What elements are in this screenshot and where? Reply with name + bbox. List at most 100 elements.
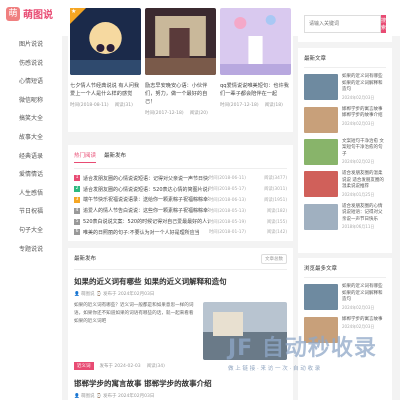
post-author[interactable]: 萌图说	[81, 394, 95, 399]
tab-latest[interactable]: 最新发布	[104, 151, 126, 163]
sidebar-item-sentences[interactable]: 句子大全	[0, 222, 62, 241]
logo-icon: 萌	[6, 6, 20, 21]
rank-title[interactable]: 适合发朋友圈的心情说说短语：520表达心情的简图片说说短语带表情	[83, 186, 209, 193]
ranking-panel: 热门阅读 最新发布 1 适合发朋友圈的心情说说短语：记得对父亲说一声节日快乐 时间(…	[68, 145, 293, 241]
slide-views: 阅读(31)	[114, 103, 133, 108]
featured-slider: ★ 七夕情人节经典说说 有人问我爱上一个人是什么样的感觉 时间(2018-08-…	[68, 6, 293, 132]
site-logo[interactable]: 萌 萌图说	[6, 6, 53, 21]
rank-title[interactable]: 追爱人的情人节告白说说：这些你一颗素粽子祝福粽粽幸福快乐	[83, 207, 209, 214]
ranking-item[interactable]: 6 唯美的日照丽的句子:不要认为对一个人好是理所应当 时间(2018-01-17) 阅…	[74, 227, 287, 238]
rank-views: 阅读(142)	[266, 230, 287, 236]
slide-title[interactable]: qq爱情说说唯美短句：也许我们一辈子都会陪伴在一起	[220, 82, 291, 98]
side-article-title[interactable]: 邯郸学步的寓言故事 邯郸学步的故事介绍	[342, 107, 386, 120]
slide-item[interactable]: ★ 七夕情人节经典说说 有人问我爱上一个人是什么样的感觉 时间(2018-08-…	[70, 8, 141, 130]
ranking-tabs: 热门阅读 最新发布	[74, 151, 287, 169]
side-article-date: 2024年02月03日	[342, 94, 375, 100]
rank-number: 4	[74, 207, 80, 214]
side-article-title[interactable]: 如果的近义词有哪些 如果的近义词解释和造句	[342, 284, 386, 304]
search-button[interactable]: 搜索	[381, 15, 387, 33]
section-title: 浏览最多文章	[304, 264, 386, 278]
side-article-thumbnail[interactable]	[304, 106, 338, 133]
sidebar-item-sad[interactable]: 伤感说说	[0, 55, 62, 74]
category-tag[interactable]: 近义词	[74, 362, 94, 370]
logo-text: 萌图说	[23, 10, 53, 21]
side-article-thumbnail[interactable]	[304, 284, 338, 310]
rank-title[interactable]: 唯美的日照丽的句子:不要认为对一个人好是理所应当	[83, 229, 209, 236]
sidebar-item-stories[interactable]: 故事大全	[0, 129, 62, 148]
ranking-item[interactable]: 3端午节快乐祝福说说语录：送给你一颗素粽子祝福粽粽幸福快乐时间(2018-06-…	[74, 195, 287, 206]
rank-date: 时间(2018-06-11)	[209, 176, 246, 182]
slide-image	[70, 8, 141, 75]
sidebar-item-funny[interactable]: 搞笑大全	[0, 110, 62, 129]
recent-articles: 最新文章 如果的近义词有哪些 如果的近义词解释和造句 2024年02月03日 邯郸学…	[298, 48, 392, 253]
post-date: 发布于 2024年02月03日	[103, 394, 155, 399]
rank-title[interactable]: 520表白说说文案：520的时候记得对自己爱最最好的人说一声我爱你	[83, 218, 209, 225]
clock-icon: ⌚	[95, 394, 102, 399]
side-article[interactable]: 如果的近义词有哪些 如果的近义词解释和造句 2024年02月03日	[304, 284, 386, 311]
rank-views: 阅读(182)	[266, 208, 287, 214]
slide-views: 阅读(18)	[264, 103, 283, 108]
rank-number: 5	[74, 218, 80, 225]
rank-views: 阅读(3477)	[264, 176, 287, 182]
side-article[interactable]: 邯郸学步的寓言故事 邯郸学步的故事介绍 2024年02月03日	[304, 106, 386, 133]
rank-date: 时间(2018-05-19)	[209, 219, 246, 225]
side-article-thumbnail[interactable]	[304, 138, 338, 165]
side-article-title[interactable]: 适合发朋友圈的温柔说说 适合发朋友圈的温柔说说推荐	[342, 171, 386, 191]
slide-item[interactable]: 励志早安晚安心语：小伙伴们，努力，做一个最好的自己！ 时间(2017-12-18…	[145, 8, 216, 130]
sidebar-item-quotes[interactable]: 经典语录	[0, 148, 62, 167]
side-article-date: 2018年06月11日	[342, 224, 375, 229]
rank-number: 6	[74, 229, 80, 236]
side-article-title[interactable]: 文案短句干净治愈 文案短句干净治愈的句子	[342, 139, 386, 159]
watermark-title: JF 自动秒收录	[228, 336, 377, 361]
article-count[interactable]: 文章总数	[261, 254, 287, 264]
side-article-date: 2024年02月03日	[342, 304, 375, 310]
sidebar-item-life[interactable]: 人生感悟	[0, 185, 62, 204]
search-widget: 搜索	[298, 6, 392, 42]
side-article-thumbnail[interactable]	[304, 203, 338, 230]
side-article-thumbnail[interactable]	[304, 74, 338, 100]
slide-date: 时间(2018-08-11)	[70, 103, 109, 108]
slide-image	[220, 8, 291, 75]
slide-title[interactable]: 七夕情人节经典说说 有人问我爱上一个人是什么样的感觉	[70, 82, 141, 98]
side-article-date: 2024年02月02日	[342, 159, 375, 164]
rank-views: 阅读(1951)	[264, 197, 287, 203]
side-article[interactable]: 适合发朋友圈的温柔说说 适合发朋友圈的温柔说说推荐 2024年01月25日	[304, 171, 386, 198]
post-excerpt: 如果的近义词有哪些？近义词一般都是和如果意思一样的词语，如果你还不知道如果的词语…	[74, 303, 194, 324]
sidebar-item-picture[interactable]: 图片说说	[0, 36, 62, 55]
sidebar-item-love[interactable]: 爱情情话	[0, 166, 62, 185]
ranking-item[interactable]: 1 适合发朋友圈的心情说说短语：记得对父亲说一声节日快乐 时间(2018-06-11…	[74, 173, 287, 184]
ranking-item[interactable]: 4追爱人的情人节告白说说：这些你一颗素粽子祝福粽粽幸福快乐时间(2018-05-…	[74, 205, 287, 216]
rank-number: 2	[74, 186, 80, 193]
clock-icon: ⌚	[95, 292, 102, 297]
slide-title[interactable]: 励志早安晚安心语：小伙伴们，努力，做一个最好的自己！	[145, 82, 216, 106]
rank-title[interactable]: 适合发朋友圈的心情说说短语：记得对父亲说一声节日快乐	[83, 175, 209, 182]
tab-hot[interactable]: 热门阅读	[74, 151, 97, 163]
side-article-title[interactable]: 如果的近义词有哪些 如果的近义词解释和造句	[342, 74, 386, 94]
rank-number: 3	[74, 196, 80, 203]
side-article-title[interactable]: 邯郸学步的寓言故事	[342, 317, 383, 324]
side-article[interactable]: 文案短句干净治愈 文案短句干净治愈的句子 2024年02月02日	[304, 138, 386, 166]
rank-views: 阅读(3011)	[264, 187, 287, 193]
side-article-date: 2024年02月03日	[342, 120, 375, 126]
search-input[interactable]	[304, 15, 381, 33]
post-foot-views: 阅读(34)	[146, 364, 165, 369]
sidebar-item-festival[interactable]: 节日祝福	[0, 203, 62, 222]
ranking-item[interactable]: 5520表白说说文案：520的时候记得对自己爱最最好的人说一声我爱你时间(201…	[74, 216, 287, 227]
side-article-thumbnail[interactable]	[304, 171, 338, 197]
rank-number: 1	[74, 175, 80, 182]
slide-views: 阅读(20)	[189, 111, 208, 116]
post-title[interactable]: 如果的近义词有哪些 如果的近义词解释和造句	[74, 276, 287, 287]
side-article[interactable]: 如果的近义词有哪些 如果的近义词解释和造句 2024年02月03日	[304, 74, 386, 101]
side-article-title[interactable]: 适合发朋友圈的心情说说短语：记得对父亲说一声节日快乐	[342, 204, 386, 224]
side-article[interactable]: 适合发朋友圈的心情说说短语：记得对父亲说一声节日快乐 2018年06月11日	[304, 203, 386, 231]
slide-item[interactable]: qq爱情说说唯美短句：也许我们一辈子都会陪伴在一起 时间(2017-12-18)…	[220, 8, 291, 130]
sidebar-item-topics[interactable]: 专题说说	[0, 241, 62, 260]
sidebar-item-nickname[interactable]: 微信昵称	[0, 92, 62, 111]
post-author[interactable]: 萌图说	[81, 292, 95, 297]
rank-date: 时间(2018-05-17)	[209, 187, 246, 193]
watermark-subtitle: 做 上 链 接 · 来 访 一 次 · 自 动 收 录	[228, 366, 321, 372]
rank-title[interactable]: 端午节快乐祝福说说语录：送给你一颗素粽子祝福粽粽幸福快乐	[83, 196, 209, 203]
post-foot-date: 发布于 2024-02-03	[99, 364, 141, 369]
ranking-item[interactable]: 2适合发朋友圈的心情说说短语：520表达心情的简图片说说短语带表情时间(2018…	[74, 184, 287, 195]
sidebar-item-mood[interactable]: 心情短语	[0, 73, 62, 92]
